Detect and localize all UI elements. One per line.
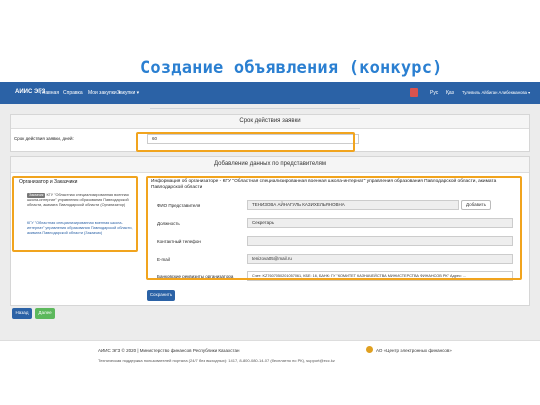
organizer-info-highlight <box>146 176 522 280</box>
term-highlight <box>136 132 355 152</box>
rep-panel-header: Добавление данных по представителям <box>11 157 529 173</box>
footer-copyright: АИИС ЭГЗ © 2020 | Министерство финансов … <box>98 348 240 353</box>
nav-item-home[interactable]: Главная <box>40 90 59 96</box>
breadcrumb-line <box>150 108 360 109</box>
save-button[interactable]: Сохранить <box>147 290 175 301</box>
term-label: Срок действия заявки, дней: <box>14 136 74 141</box>
footer-partner[interactable]: АО «Центр электронных финансов» <box>376 348 452 353</box>
nav-item-help[interactable]: Справка <box>63 90 83 96</box>
organizer-highlight <box>12 176 138 252</box>
lang-ru[interactable]: Рус <box>430 90 438 96</box>
user-menu[interactable]: Тулевиль Айбиган Алибекманова ▾ <box>462 90 530 95</box>
slide-title: Создание объявления (конкурс) <box>140 58 443 78</box>
term-panel-header: Срок действия заявки <box>11 115 529 129</box>
page-footer: АИИС ЭГЗ © 2020 | Министерство финансов … <box>0 340 540 370</box>
back-button[interactable]: Назад <box>12 308 32 319</box>
nav-item-purchases[interactable]: Закупки ▾ <box>117 90 139 96</box>
next-button[interactable]: Далее <box>35 308 55 319</box>
footer-support: Техническая поддержка пользователей порт… <box>98 358 335 363</box>
screenshot-area: АИИС ЭГЗ Главная Справка Мои закупки ▾ З… <box>0 82 540 370</box>
notification-icon[interactable] <box>410 88 418 97</box>
partner-logo-icon <box>366 346 373 353</box>
slide: Создание объявления (конкурс) АИИС ЭГЗ Г… <box>0 0 540 405</box>
top-navbar: АИИС ЭГЗ Главная Справка Мои закупки ▾ З… <box>0 82 540 104</box>
nav-item-my-purchases[interactable]: Мои закупки ▾ <box>88 90 121 96</box>
lang-kz[interactable]: Қаз <box>446 90 454 96</box>
